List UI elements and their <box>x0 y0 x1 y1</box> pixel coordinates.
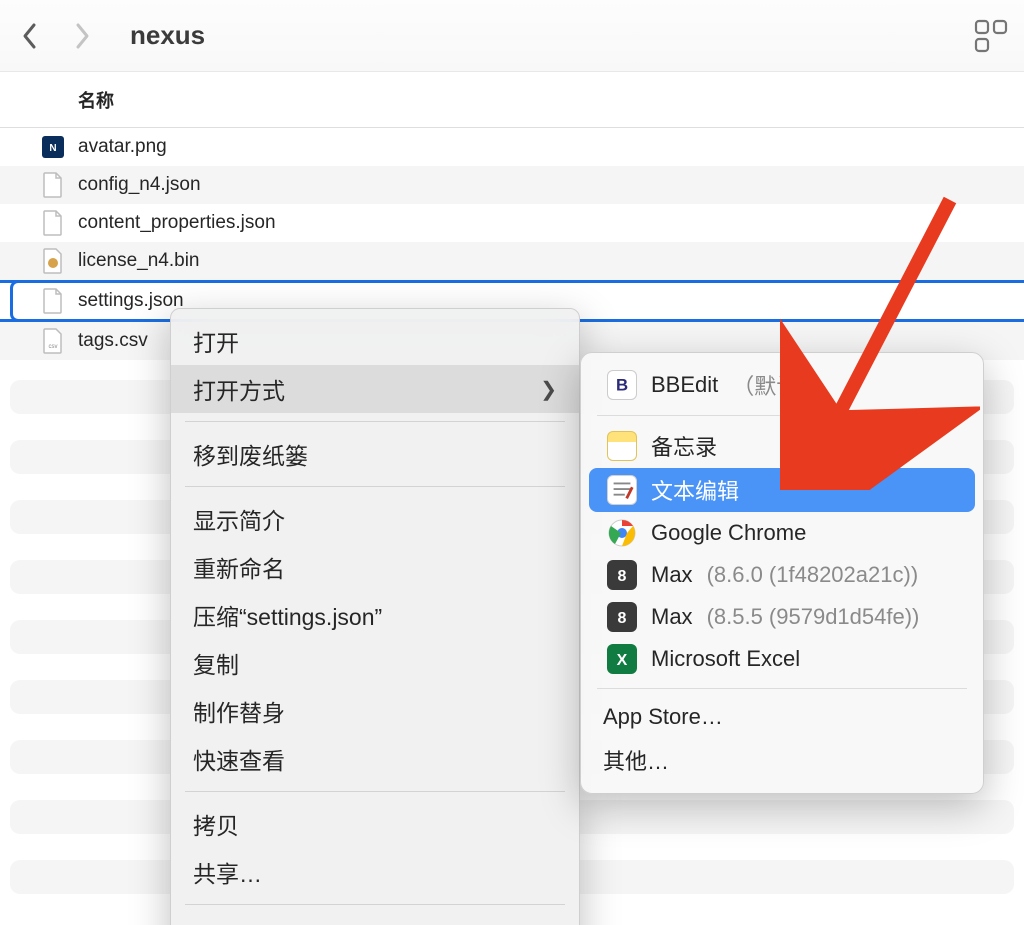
separator <box>597 415 967 416</box>
file-name: content_properties.json <box>78 212 276 234</box>
ctx-move-to-trash[interactable]: 移到废纸篓 <box>171 430 579 478</box>
default-suffix: （默认） <box>732 369 820 401</box>
ctx-quick-look[interactable]: 快速查看 <box>171 735 579 783</box>
separator <box>185 486 565 487</box>
chevron-right-icon: ❯ <box>540 377 557 402</box>
app-label: 备忘录 <box>651 430 717 462</box>
folder-title: nexus <box>130 20 205 51</box>
file-name: config_n4.json <box>78 174 201 196</box>
textedit-icon <box>607 475 637 505</box>
submenu-app-notes[interactable]: 备忘录 <box>589 424 975 468</box>
back-button[interactable] <box>16 22 44 50</box>
file-row[interactable]: config_n4.json <box>0 166 1024 204</box>
view-toggle-icon[interactable] <box>974 19 1008 53</box>
app-label: Max <box>651 562 693 588</box>
bbedit-icon: B <box>607 370 637 400</box>
max-icon: 8 <box>607 560 637 590</box>
file-row[interactable]: N avatar.png <box>0 128 1024 166</box>
app-label: Microsoft Excel <box>651 646 800 672</box>
file-name: license_n4.bin <box>78 250 199 272</box>
forward-button[interactable] <box>68 22 96 50</box>
submenu-other[interactable]: 其他… <box>581 737 983 783</box>
submenu-app-bbedit[interactable]: B BBEdit （默认） <box>589 363 975 407</box>
app-version: (8.6.0 (1f48202a21c)) <box>707 562 919 588</box>
svg-text:B: B <box>616 376 628 395</box>
csv-file-icon: csv <box>40 328 66 354</box>
svg-text:csv: csv <box>49 344 58 350</box>
app-label: BBEdit <box>651 372 718 398</box>
ctx-make-alias[interactable]: 制作替身 <box>171 687 579 735</box>
submenu-app-excel[interactable]: X Microsoft Excel <box>589 638 975 680</box>
svg-text:X: X <box>617 652 628 669</box>
svg-text:N: N <box>49 143 56 154</box>
submenu-app-max-1[interactable]: 8 Max (8.6.0 (1f48202a21c)) <box>589 554 975 596</box>
blank-file-icon <box>40 172 66 198</box>
max-icon: 8 <box>607 602 637 632</box>
app-label: 文本编辑 <box>651 474 739 506</box>
notes-icon <box>607 431 637 461</box>
ctx-open[interactable]: 打开 <box>171 317 579 365</box>
image-file-icon: N <box>40 134 66 160</box>
context-menu: 打开 打开方式 ❯ 移到废纸篓 显示简介 重新命名 压缩“settings.js… <box>170 308 580 925</box>
tag-color-row <box>171 913 579 925</box>
submenu-app-chrome[interactable]: Google Chrome <box>589 512 975 554</box>
file-name: settings.json <box>78 290 184 312</box>
svg-text:8: 8 <box>618 610 627 627</box>
separator <box>185 791 565 792</box>
file-row[interactable]: license_n4.bin <box>0 242 1024 280</box>
file-name: tags.csv <box>78 330 148 352</box>
svg-text:8: 8 <box>618 568 627 585</box>
file-row[interactable]: content_properties.json <box>0 204 1024 242</box>
ctx-copy[interactable]: 拷贝 <box>171 800 579 848</box>
ctx-duplicate[interactable]: 复制 <box>171 639 579 687</box>
excel-icon: X <box>607 644 637 674</box>
ctx-share[interactable]: 共享… <box>171 848 579 896</box>
app-version: (8.5.5 (9579d1d54fe)) <box>707 604 920 630</box>
binary-file-icon <box>40 248 66 274</box>
file-name: avatar.png <box>78 136 167 158</box>
blank-file-icon <box>40 288 66 314</box>
open-with-submenu: B BBEdit （默认） 备忘录 文本编辑 Google Chrome 8 M… <box>580 352 984 794</box>
blank-file-icon <box>40 210 66 236</box>
ctx-rename[interactable]: 重新命名 <box>171 543 579 591</box>
submenu-app-textedit[interactable]: 文本编辑 <box>589 468 975 512</box>
separator <box>185 904 565 905</box>
submenu-app-store[interactable]: App Store… <box>581 697 983 737</box>
app-label: Max <box>651 604 693 630</box>
submenu-app-max-2[interactable]: 8 Max (8.5.5 (9579d1d54fe)) <box>589 596 975 638</box>
separator <box>185 421 565 422</box>
chrome-icon <box>607 518 637 548</box>
toolbar: nexus <box>0 0 1024 72</box>
separator <box>597 688 967 689</box>
ctx-open-with[interactable]: 打开方式 ❯ <box>171 365 579 413</box>
column-header-name[interactable]: 名称 <box>0 72 1024 128</box>
app-label: Google Chrome <box>651 520 806 546</box>
ctx-compress[interactable]: 压缩“settings.json” <box>171 591 579 639</box>
ctx-get-info[interactable]: 显示简介 <box>171 495 579 543</box>
